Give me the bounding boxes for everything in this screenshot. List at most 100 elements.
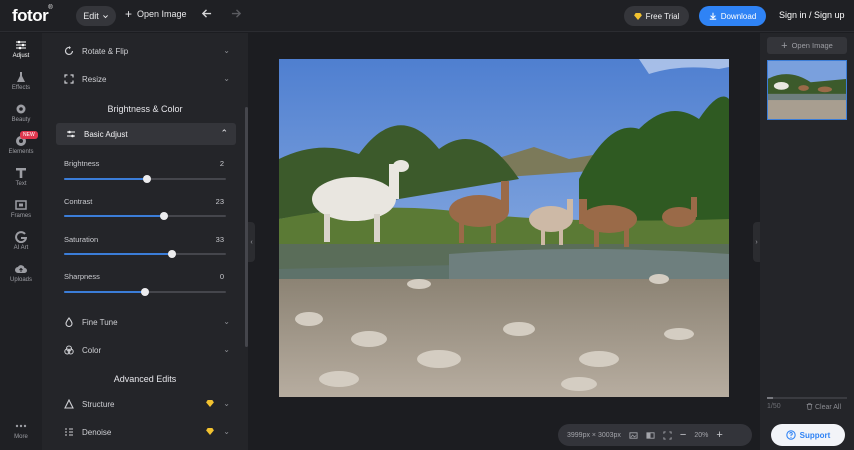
download-icon xyxy=(709,12,716,20)
clear-all-button[interactable]: Clear All xyxy=(806,403,841,411)
rail-label: Frames xyxy=(10,213,32,219)
rotate-icon xyxy=(64,46,74,56)
more-dots-icon xyxy=(15,424,27,428)
rail-label: More xyxy=(14,434,28,440)
signin-link[interactable]: Sign in / Sign up xyxy=(779,10,845,20)
denoise-row[interactable]: Denoise ⌄ xyxy=(64,425,230,439)
rail-item-adjust[interactable]: Adjust xyxy=(0,39,42,59)
trash-icon xyxy=(806,403,813,410)
rail-item-effects[interactable]: Effects xyxy=(0,71,42,91)
rail-label: Uploads xyxy=(9,277,32,283)
zoom-out-button[interactable]: − xyxy=(680,429,686,441)
chevron-right-icon: › xyxy=(755,238,758,246)
rail-label: Elements xyxy=(8,149,34,155)
triangle-icon xyxy=(64,399,74,409)
image-thumbnail[interactable] xyxy=(767,60,847,120)
chevron-down-icon: ⌄ xyxy=(223,317,230,326)
support-button[interactable]: Support xyxy=(771,424,845,446)
flask-icon xyxy=(17,72,25,82)
resize-row[interactable]: Resize ⌄ xyxy=(64,72,230,86)
brightness-value: 2 xyxy=(219,159,224,168)
contrast-label: Contrast xyxy=(64,197,93,206)
arrow-left-icon xyxy=(201,9,212,18)
basic-adjust-header[interactable]: Basic Adjust ⌃ xyxy=(56,123,236,145)
sliders-icon xyxy=(67,130,75,138)
fit-screen-icon[interactable] xyxy=(663,430,672,440)
sharpness-slider[interactable] xyxy=(64,288,226,296)
image-icon[interactable] xyxy=(629,431,638,440)
rail-item-elements[interactable]: NEW Elements xyxy=(0,131,42,155)
slider-thumb[interactable] xyxy=(141,288,149,296)
color-circles-icon xyxy=(64,345,74,355)
brightness-slider[interactable] xyxy=(64,175,226,183)
frame-icon xyxy=(15,200,27,210)
llama-photo[interactable] xyxy=(279,59,729,397)
rail-item-more[interactable]: More xyxy=(0,420,42,440)
rotate-flip-row[interactable]: Rotate & Flip ⌄ xyxy=(64,44,230,58)
rail-item-uploads[interactable]: Uploads xyxy=(0,263,42,283)
saturation-value: 33 xyxy=(215,235,224,244)
top-bar: fotor® Edit + Open Image Free Trial Down… xyxy=(0,0,854,32)
rail-label: Effects xyxy=(11,85,31,91)
contrast-value: 23 xyxy=(215,197,224,206)
cloud-upload-icon xyxy=(15,265,27,273)
plus-icon: + xyxy=(125,7,133,21)
collapse-right-panel-button[interactable]: › xyxy=(753,222,760,262)
slider-thumb[interactable] xyxy=(159,212,168,220)
canvas-toolbar: 3999px × 3003px − 20% + xyxy=(558,424,752,446)
image-count: 1/50 xyxy=(767,403,781,410)
rail-label: Text xyxy=(15,181,27,187)
undo-button[interactable] xyxy=(201,7,212,22)
chevron-down-icon: ⌄ xyxy=(223,74,230,83)
open-image-button[interactable]: + Open Image xyxy=(125,7,187,21)
slider-fill xyxy=(64,291,145,293)
fotor-logo[interactable]: fotor® xyxy=(12,5,53,26)
chevron-down-icon: ⌄ xyxy=(223,427,230,436)
photo-image xyxy=(279,59,729,397)
free-trial-button[interactable]: Free Trial xyxy=(624,6,689,26)
zoom-level: 20% xyxy=(694,431,709,439)
saturation-slider[interactable] xyxy=(64,250,226,258)
chevron-up-icon: ⌃ xyxy=(220,128,228,138)
zoom-in-button[interactable]: + xyxy=(716,429,722,441)
structure-row[interactable]: Structure ⌄ xyxy=(64,397,230,411)
ai-art-icon xyxy=(15,231,27,243)
compare-icon[interactable] xyxy=(646,431,655,440)
contrast-slider[interactable] xyxy=(64,212,226,220)
chevron-down-icon: ⌄ xyxy=(223,46,230,55)
collapse-panel-button[interactable]: ‹ xyxy=(248,222,255,262)
rail-item-ai-art[interactable]: AI Art xyxy=(0,231,42,251)
sharpness-label: Sharpness xyxy=(64,272,100,281)
right-open-image-button[interactable]: + Open Image xyxy=(767,37,847,54)
premium-diamond-icon xyxy=(206,400,214,407)
right-scrollbar-thumb[interactable] xyxy=(767,397,773,399)
download-button[interactable]: Download xyxy=(699,6,766,26)
slider-thumb[interactable] xyxy=(167,250,176,258)
adjust-panel: Rotate & Flip ⌄ Resize ⌄ Brightness & Co… xyxy=(42,33,248,450)
resize-icon xyxy=(64,74,74,84)
droplet-icon xyxy=(65,317,73,327)
slider-fill xyxy=(64,215,164,217)
slider-thumb[interactable] xyxy=(142,175,151,183)
right-scrollbar[interactable] xyxy=(767,397,847,399)
chevron-down-icon xyxy=(102,14,108,18)
eye-icon xyxy=(16,104,26,114)
rail-label: AI Art xyxy=(13,245,29,251)
rail-item-frames[interactable]: Frames xyxy=(0,199,42,219)
diamond-icon xyxy=(633,12,642,20)
thumbnail-image xyxy=(768,61,846,119)
redo-button[interactable] xyxy=(231,7,242,22)
chevron-left-icon: ‹ xyxy=(250,238,253,246)
rail-item-text[interactable]: Text xyxy=(0,167,42,187)
color-row[interactable]: Color ⌄ xyxy=(64,343,230,357)
new-badge: NEW xyxy=(20,131,38,139)
plus-icon: + xyxy=(781,39,788,52)
saturation-label: Saturation xyxy=(64,235,99,244)
tool-rail: Adjust Effects Beauty NEW Elements Text … xyxy=(0,33,42,450)
rail-label: Beauty xyxy=(11,117,31,123)
sliders-icon xyxy=(16,40,26,50)
edit-menu-button[interactable]: Edit xyxy=(76,6,116,26)
slider-fill xyxy=(64,178,147,180)
fine-tune-row[interactable]: Fine Tune ⌄ xyxy=(64,315,230,329)
rail-item-beauty[interactable]: Beauty xyxy=(0,103,42,123)
